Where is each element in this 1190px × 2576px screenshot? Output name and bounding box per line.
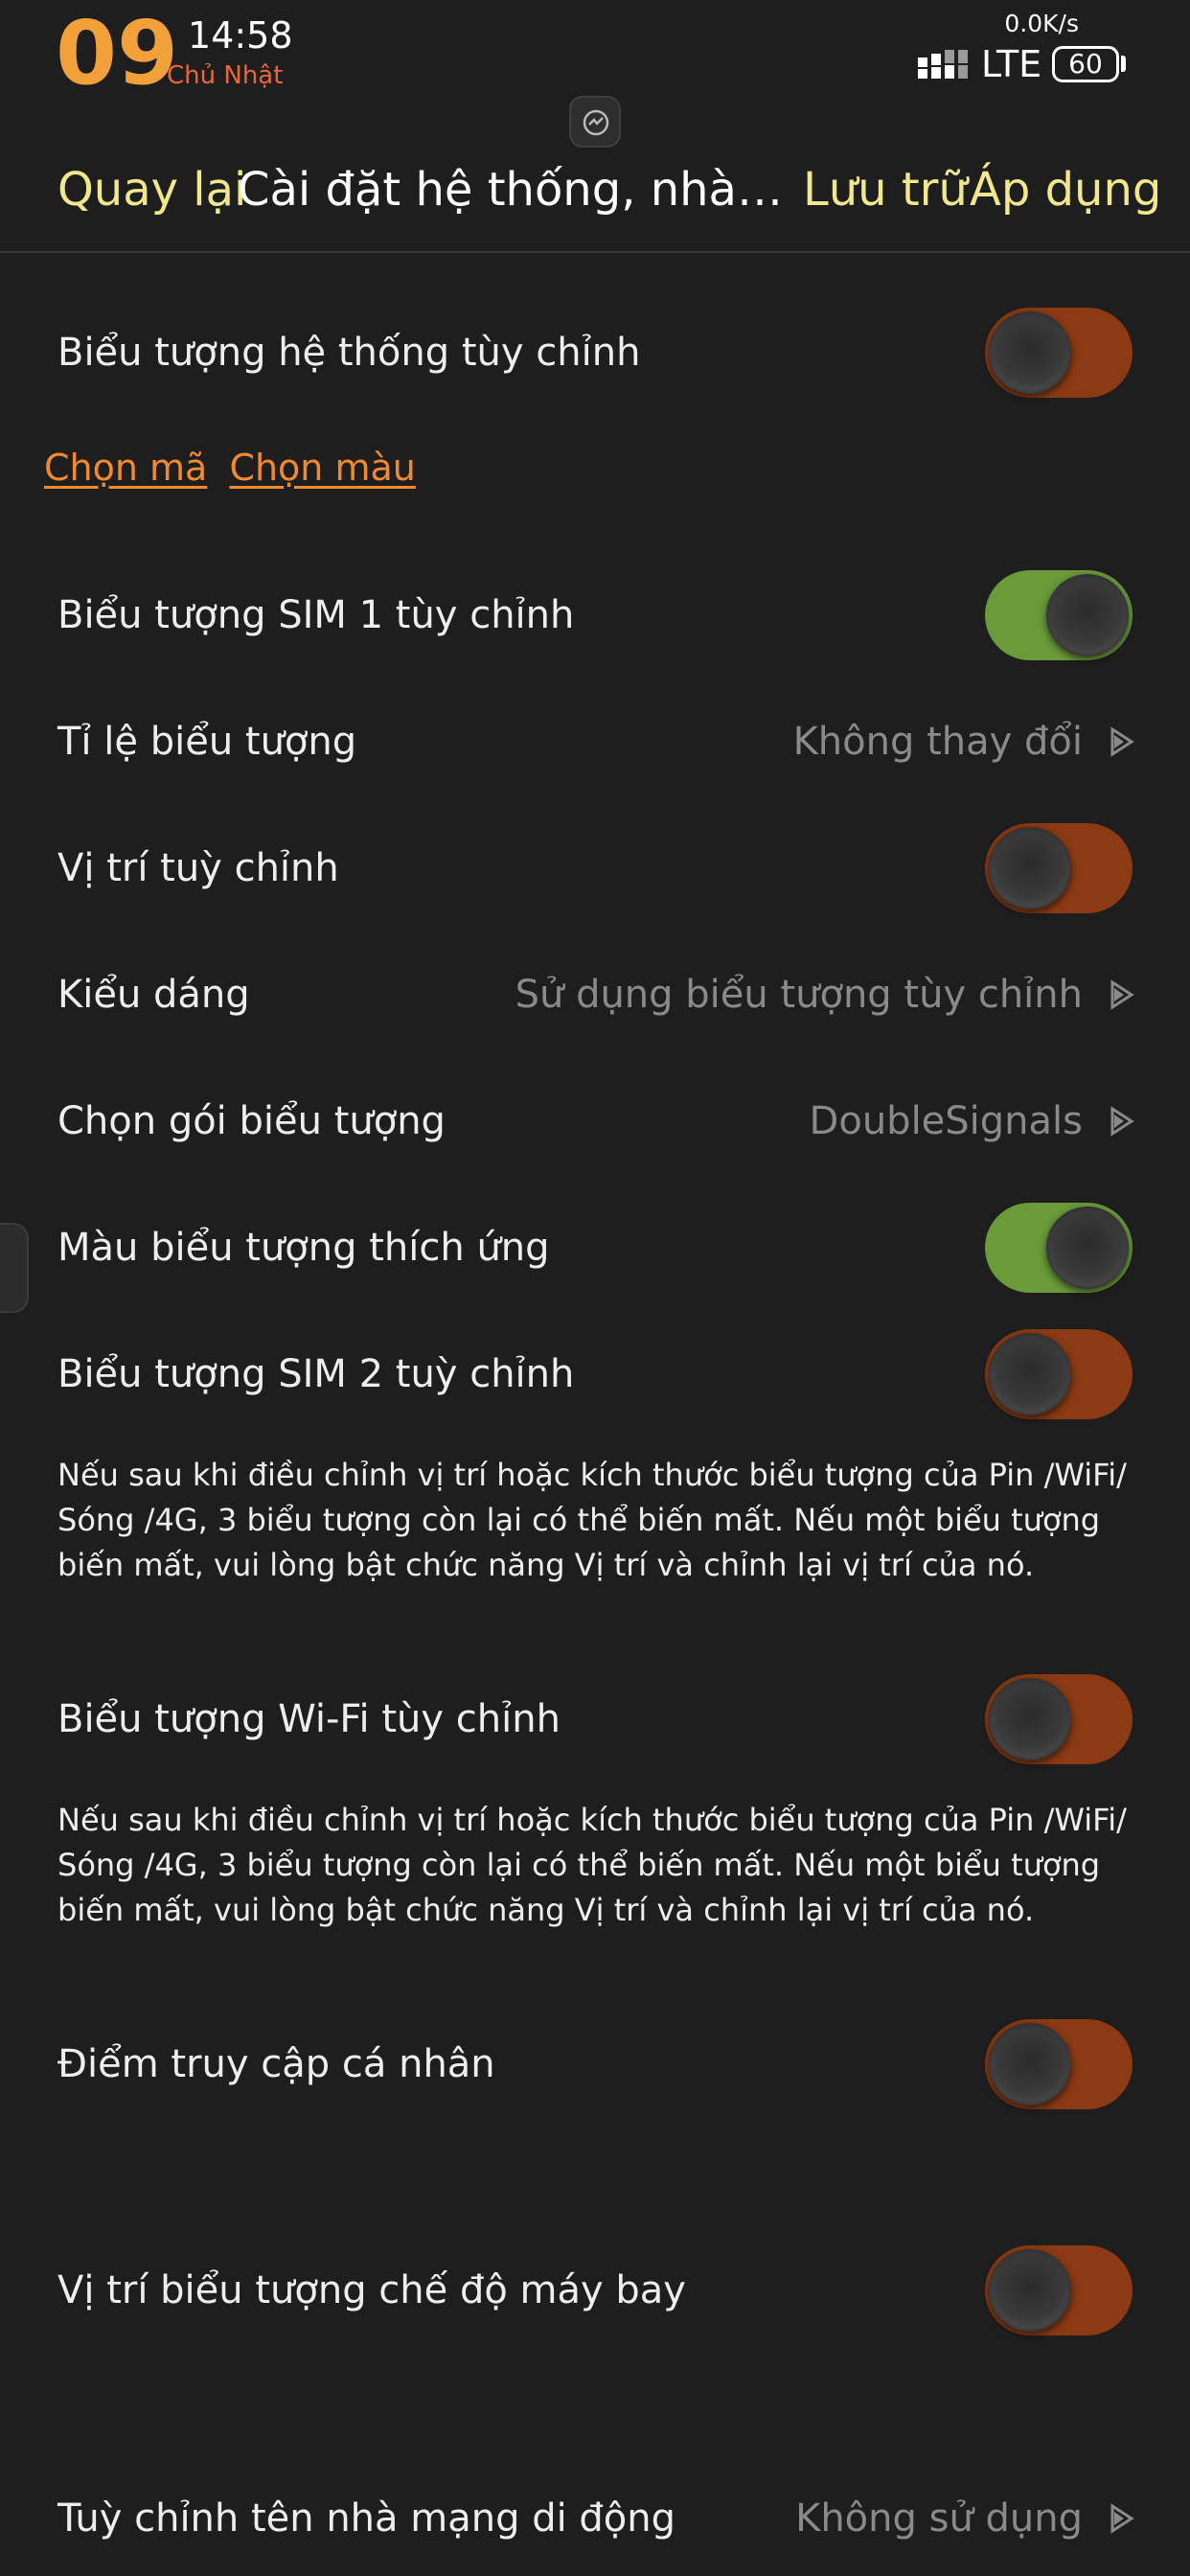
back-button[interactable]: Quay lại xyxy=(57,163,246,217)
setting-row-icon-pack[interactable]: Chọn gói biểu tượng DoubleSignals xyxy=(0,1073,1190,1169)
airplane-icon-position-toggle[interactable] xyxy=(985,2245,1133,2335)
status-day: 09 xyxy=(56,2,179,104)
settings-screen: 09 14:58 Chủ Nhật 0.0K/s LTE 60 Quay lại… xyxy=(0,0,1190,2576)
status-net-speed: 0.0K/s xyxy=(1004,10,1079,37)
custom-position-toggle[interactable] xyxy=(985,823,1133,913)
choose-code-link[interactable]: Chọn mã xyxy=(44,447,207,489)
setting-label: Kiểu dáng xyxy=(57,973,250,1017)
setting-label: Điểm truy cập cá nhân xyxy=(57,2042,495,2086)
battery-tip xyxy=(1121,56,1126,72)
hotspot-toggle[interactable] xyxy=(985,2019,1133,2109)
setting-value: DoubleSignals xyxy=(809,1099,1083,1143)
chevron-right-icon xyxy=(1110,1106,1134,1137)
floating-shortcut-icon[interactable] xyxy=(569,96,621,148)
status-weekday: Chủ Nhật xyxy=(167,61,284,90)
setting-label: Biểu tượng SIM 1 tùy chỉnh xyxy=(57,593,575,637)
apply-button[interactable]: Áp dụng xyxy=(970,163,1161,217)
custom-sim2-icon-toggle[interactable] xyxy=(985,1329,1133,1419)
top-app-bar: Quay lại Cài đặt hệ thống, nhà cung... L… xyxy=(0,153,1190,253)
toggle-knob xyxy=(989,2023,1071,2105)
toggle-knob xyxy=(1046,1207,1129,1289)
setting-row-style[interactable]: Kiểu dáng Sử dụng biểu tượng tùy chỉnh xyxy=(0,947,1190,1043)
toggle-knob xyxy=(989,1678,1071,1760)
setting-row-hotspot[interactable]: Điểm truy cập cá nhân xyxy=(0,2016,1190,2112)
adaptive-color-toggle[interactable] xyxy=(985,1203,1133,1293)
save-button[interactable]: Lưu trữ xyxy=(803,163,968,217)
setting-row-custom-wifi-icon[interactable]: Biểu tượng Wi-Fi tùy chỉnh xyxy=(0,1671,1190,1767)
setting-label: Vị trí biểu tượng chế độ máy bay xyxy=(57,2268,686,2312)
info-note: Nếu sau khi điều chỉnh vị trí hoặc kích … xyxy=(57,1457,1127,1583)
toggle-knob xyxy=(989,311,1071,394)
chevron-right-icon xyxy=(1110,979,1134,1010)
setting-row-custom-position[interactable]: Vị trí tuỳ chỉnh xyxy=(0,820,1190,916)
edge-panel-handle[interactable] xyxy=(0,1223,29,1313)
custom-sim1-icon-toggle[interactable] xyxy=(985,570,1133,660)
signal-bars-icon xyxy=(918,50,968,79)
setting-row-airplane-icon-position[interactable]: Vị trí biểu tượng chế độ máy bay xyxy=(0,2242,1190,2338)
battery-icon: 60 xyxy=(1052,46,1119,82)
setting-row-icon-ratio[interactable]: Tỉ lệ biểu tượng Không thay đổi xyxy=(0,694,1190,790)
setting-label: Chọn gói biểu tượng xyxy=(57,1099,446,1143)
setting-row-carrier-name[interactable]: Tuỳ chỉnh tên nhà mạng di động Không sử … xyxy=(0,2471,1190,2566)
toggle-knob xyxy=(989,827,1071,909)
setting-row-adaptive-color[interactable]: Màu biểu tượng thích ứng xyxy=(0,1200,1190,1296)
chevron-right-icon xyxy=(1110,726,1134,757)
toggle-knob xyxy=(989,2249,1071,2332)
code-color-links: Chọn mã Chọn màu xyxy=(44,447,433,504)
setting-label: Vị trí tuỳ chỉnh xyxy=(57,846,339,890)
setting-row-custom-sim1-icon[interactable]: Biểu tượng SIM 1 tùy chỉnh xyxy=(0,567,1190,663)
setting-label: Biểu tượng hệ thống tùy chỉnh xyxy=(57,331,641,375)
setting-label: Biểu tượng Wi-Fi tùy chỉnh xyxy=(57,1697,561,1741)
custom-wifi-icon-toggle[interactable] xyxy=(985,1674,1133,1764)
status-network-type: LTE xyxy=(981,43,1042,85)
info-note: Nếu sau khi điều chỉnh vị trí hoặc kích … xyxy=(57,1802,1127,1928)
setting-value: Sử dụng biểu tượng tùy chỉnh xyxy=(515,973,1083,1017)
setting-label: Màu biểu tượng thích ứng xyxy=(57,1226,550,1270)
chevron-right-icon xyxy=(1110,2503,1134,2534)
setting-label: Tuỳ chỉnh tên nhà mạng di động xyxy=(57,2496,676,2541)
setting-row-custom-system-icons[interactable]: Biểu tượng hệ thống tùy chỉnh xyxy=(0,305,1190,401)
custom-system-icons-toggle[interactable] xyxy=(985,308,1133,398)
setting-value: Không thay đổi xyxy=(792,720,1083,764)
setting-row-custom-sim2-icon[interactable]: Biểu tượng SIM 2 tuỳ chỉnh xyxy=(0,1326,1190,1422)
setting-label: Tỉ lệ biểu tượng xyxy=(57,720,357,764)
toggle-knob xyxy=(1046,574,1129,656)
setting-label: Biểu tượng SIM 2 tuỳ chỉnh xyxy=(57,1352,575,1396)
choose-color-link[interactable]: Chọn màu xyxy=(229,447,415,489)
toggle-knob xyxy=(989,1333,1071,1415)
page-title: Cài đặt hệ thống, nhà cung... xyxy=(238,163,784,217)
status-time: 14:58 xyxy=(188,14,293,57)
setting-value: Không sử dụng xyxy=(795,2496,1083,2541)
